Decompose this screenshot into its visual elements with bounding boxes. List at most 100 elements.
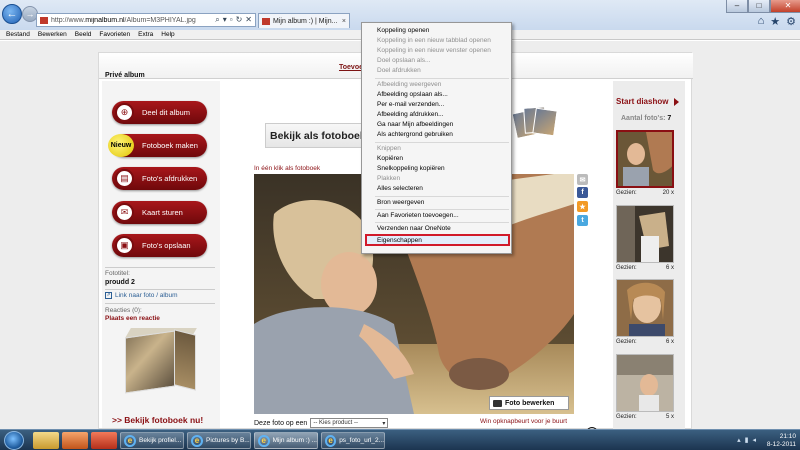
banner-photo-stack[interactable] xyxy=(511,105,558,140)
views-label: Gezien: xyxy=(616,265,637,271)
address-url[interactable]: http://www.mijnalbum.nl/Album=M3PHIYAL.j… xyxy=(51,17,215,24)
twitter-icon[interactable]: t xyxy=(577,215,588,226)
close-window-button[interactable]: ✕ xyxy=(770,0,800,13)
paint-icon[interactable] xyxy=(91,432,117,449)
email-share-icon[interactable]: ✉ xyxy=(577,174,588,185)
fotoboek-maken-button[interactable]: Nieuw Fotoboek maken xyxy=(108,134,207,157)
foto-bewerken-button[interactable]: Foto bewerken xyxy=(489,396,569,410)
ctx-verzenden-onenote[interactable]: Verzenden naar OneNote xyxy=(377,225,451,232)
kaart-sturen-button[interactable]: ✉ Kaart sturen xyxy=(112,201,207,224)
ctx-snelkoppeling-kopieren[interactable]: Snelkoppeling kopiëren xyxy=(377,165,445,172)
thumbnail-1[interactable] xyxy=(616,130,674,188)
print-icon: ▤ xyxy=(115,169,134,188)
dropdown-icon[interactable]: ▾ xyxy=(223,15,227,25)
compat-view-icon[interactable]: ▫ xyxy=(230,15,233,25)
toevoegen-link[interactable]: Toevoe xyxy=(339,64,363,71)
thumbnail-2[interactable] xyxy=(616,205,674,263)
ie-icon: e xyxy=(191,434,203,447)
in-een-klik-link[interactable]: In één klik als fotoboek xyxy=(254,165,320,172)
banner-label: Bekijk als fotoboek xyxy=(270,129,366,142)
network-icon[interactable]: ▮ xyxy=(745,436,749,444)
fototitel-value: proudd 2 xyxy=(105,279,135,286)
facebook-icon[interactable]: f xyxy=(577,187,588,198)
left-column: ⊕ Deel dit album Nieuw Fotoboek maken ▤ … xyxy=(102,81,220,428)
ctx-plakken: Plakken xyxy=(377,175,401,182)
search-icon[interactable]: ⌕ xyxy=(215,15,219,25)
volume-icon[interactable]: ◂ xyxy=(752,436,756,444)
fotos-opslaan-button[interactable]: ▣ Foto's opslaan xyxy=(112,234,207,257)
tab-close-icon[interactable]: × xyxy=(342,18,349,25)
deel-album-button[interactable]: ⊕ Deel dit album xyxy=(112,101,207,124)
explorer-icon[interactable] xyxy=(33,432,59,449)
window-controls: – □ ✕ xyxy=(726,0,800,13)
tab-favicon-icon xyxy=(262,17,270,25)
views-label: Gezien: xyxy=(616,339,637,345)
views-label: Gezien: xyxy=(616,414,637,420)
ctx-koppeling-openen[interactable]: Koppeling openen xyxy=(377,27,429,34)
deel-album-label: Deel dit album xyxy=(142,108,190,117)
ctx-doel-afdrukken: Doel afdrukken xyxy=(377,67,421,74)
thumbnail-4-views: Gezien: 5 x xyxy=(616,414,674,420)
site-favicon-icon xyxy=(40,16,48,24)
ctx-afbeelding-opslaan[interactable]: Afbeelding opslaan als... xyxy=(377,91,448,98)
menu-help[interactable]: Help xyxy=(161,31,174,38)
task-bekijk-profiel[interactable]: e Bekijk profiel... xyxy=(120,432,184,449)
ctx-als-achtergrond[interactable]: Als achtergrond gebruiken xyxy=(377,131,453,138)
task-label: Mijn album :) ... xyxy=(272,437,317,444)
start-diashow-button[interactable]: Start diashow xyxy=(616,97,680,106)
ctx-alles-selecteren[interactable]: Alles selecteren xyxy=(377,185,423,192)
fotoboek-maken-label: Fotoboek maken xyxy=(142,141,198,150)
menu-separator xyxy=(375,78,509,79)
clock[interactable]: 21:10 8-12-2011 xyxy=(767,433,796,448)
views-count: 20 x xyxy=(662,190,674,196)
back-button[interactable]: ← xyxy=(2,4,22,24)
aantal-fotos: Aantal foto's: 7 xyxy=(621,115,671,122)
task-ps-foto[interactable]: e ps_foto_url_2... xyxy=(321,432,385,449)
ctx-mijn-afbeeldingen[interactable]: Ga naar Mijn afbeeldingen xyxy=(377,121,453,128)
menu-bewerken[interactable]: Bewerken xyxy=(38,31,67,38)
fotos-afdrukken-button[interactable]: ▤ Foto's afdrukken xyxy=(112,167,207,190)
menu-favorieten[interactable]: Favorieten xyxy=(99,31,130,38)
ctx-afbeelding-afdrukken[interactable]: Afbeelding afdrukken... xyxy=(377,111,444,118)
ctx-eigenschappen[interactable]: Eigenschappen xyxy=(377,237,422,244)
link-naar-foto[interactable]: ⇗ Link naar foto / album xyxy=(105,292,178,299)
maximize-button[interactable]: □ xyxy=(748,0,770,13)
hyves-icon[interactable]: ★ xyxy=(577,201,588,212)
thumbnail-3[interactable] xyxy=(616,279,674,337)
address-bar[interactable]: http://www.mijnalbum.nl/Album=M3PHIYAL.j… xyxy=(36,13,256,27)
views-count: 6 x xyxy=(665,339,674,345)
system-tray: ▴ ▮ ◂ xyxy=(737,436,756,444)
refresh-icon[interactable]: ↻ xyxy=(236,15,243,25)
favorites-star-icon[interactable]: ★ xyxy=(770,15,780,28)
divider xyxy=(105,267,215,268)
fotos-afdrukken-label: Foto's afdrukken xyxy=(142,174,198,183)
home-icon[interactable]: ⌂ xyxy=(758,15,765,28)
views-count: 5 x xyxy=(665,414,674,420)
tools-gear-icon[interactable]: ⚙ xyxy=(786,15,796,28)
tab-title: Mijn album :) | Mijn... xyxy=(273,17,338,25)
minimize-button[interactable]: – xyxy=(726,0,748,13)
product-select[interactable]: -- Kies product -- ▾ xyxy=(310,418,389,428)
bekijk-fotoboek-nu-link[interactable]: >> Bekijk fotoboek nu! xyxy=(112,415,203,425)
thumbnail-4[interactable] xyxy=(616,354,674,412)
stop-icon[interactable]: ✕ xyxy=(245,15,252,25)
fotoboek-cube-image[interactable] xyxy=(120,326,198,404)
start-button[interactable] xyxy=(4,431,24,450)
win-opknapbeurt-link[interactable]: Win opknapbeurt voor je buurt xyxy=(480,418,567,425)
thumbnail-3-views: Gezien: 6 x xyxy=(616,339,674,345)
ctx-favorieten-toevoegen[interactable]: Aan Favorieten toevoegen... xyxy=(377,212,459,219)
task-pictures[interactable]: e Pictures by B... xyxy=(187,432,251,449)
right-column: Start diashow Aantal foto's: 7 Gezien: 20… xyxy=(613,81,685,430)
plaats-reactie-link[interactable]: Plaats een reactie xyxy=(105,315,160,322)
task-mijn-album[interactable]: e Mijn album :) ... xyxy=(254,432,318,449)
chevron-down-icon: ▾ xyxy=(382,420,386,427)
ctx-kopieren[interactable]: Kopiëren xyxy=(377,155,403,162)
menu-extra[interactable]: Extra xyxy=(138,31,153,38)
menu-bestand[interactable]: Bestand xyxy=(6,31,30,38)
menu-beeld[interactable]: Beeld xyxy=(75,31,92,38)
show-hidden-icon[interactable]: ▴ xyxy=(737,436,741,444)
tab-mijn-album[interactable]: Mijn album :) | Mijn... × xyxy=(258,13,350,28)
media-player-icon[interactable] xyxy=(62,432,88,449)
ctx-per-email[interactable]: Per e-mail verzenden... xyxy=(377,101,444,108)
ctx-bron-weergeven[interactable]: Bron weergeven xyxy=(377,199,424,206)
